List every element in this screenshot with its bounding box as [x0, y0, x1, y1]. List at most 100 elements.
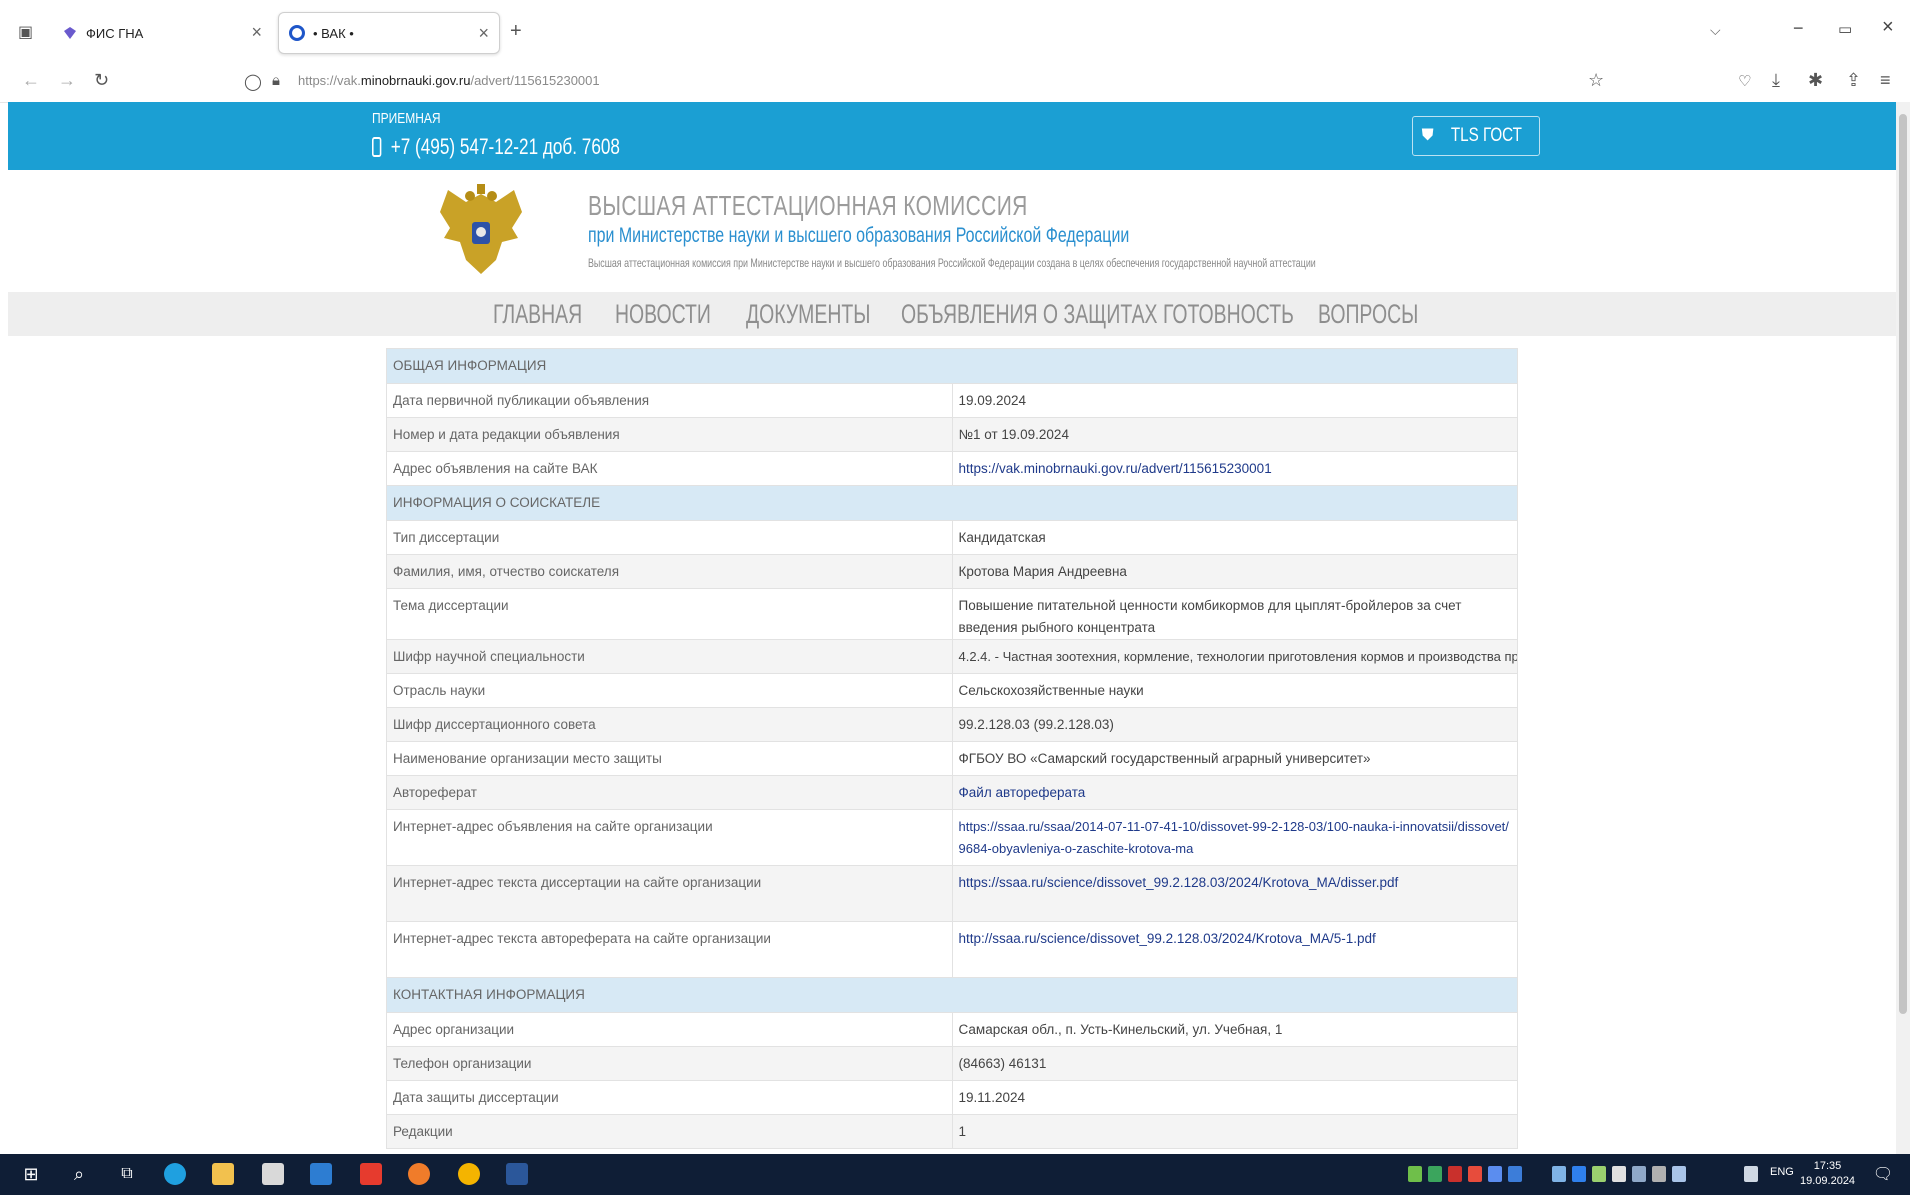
tray-app-icon[interactable]: [1572, 1166, 1586, 1182]
pocket-icon[interactable]: ♡: [1738, 72, 1751, 90]
language-indicator[interactable]: ENG: [1770, 1166, 1794, 1178]
share-icon[interactable]: ⇪: [1846, 70, 1861, 91]
tray-app-icon[interactable]: [1428, 1166, 1442, 1182]
tray-app-icon[interactable]: [1552, 1166, 1566, 1182]
row-value: Самарская обл., п. Усть-Кинельский, ул. …: [951, 1012, 1518, 1047]
tls-gost-button[interactable]: ⛊ TLS ГОСТ: [1412, 116, 1540, 156]
close-window-icon[interactable]: ×: [1882, 16, 1894, 39]
minimize-icon[interactable]: −: [1793, 18, 1804, 39]
file-explorer-icon[interactable]: [212, 1163, 234, 1185]
phone-icon: [372, 137, 382, 157]
table-row: Шифр диссертационного совета 99.2.128.03 …: [386, 707, 1518, 742]
close-tab-icon[interactable]: ×: [251, 22, 262, 43]
system-clock[interactable]: 17:35 19.09.2024: [1800, 1159, 1855, 1189]
reception-label: ПРИЕМНАЯ: [372, 110, 441, 127]
tray-app-icon[interactable]: [1672, 1166, 1686, 1182]
tray-app-icon[interactable]: [1632, 1166, 1646, 1182]
tab-fis-gna[interactable]: ФИС ГНА ×: [52, 12, 272, 54]
site-description: Высшая аттестационная комиссия при Минис…: [588, 256, 1316, 270]
edge-icon[interactable]: [164, 1163, 186, 1185]
row-label: Редакции: [386, 1114, 953, 1149]
table-row: Дата первичной публикации объявления 19.0…: [386, 383, 1518, 418]
row-value: Кротова Мария Андреевна: [951, 554, 1518, 589]
maximize-icon[interactable]: ▭: [1838, 20, 1852, 38]
menu-item-main[interactable]: ГЛАВНАЯ: [493, 299, 582, 330]
yandex-icon[interactable]: [360, 1163, 382, 1185]
tab-overview-icon[interactable]: ▣: [18, 22, 33, 42]
table-row: Редакции 1: [386, 1114, 1518, 1149]
windows-start-icon[interactable]: ⊞: [20, 1163, 42, 1185]
org-advert-link[interactable]: https://ssaa.ru/ssaa/2014-07-11-07-41-10…: [959, 819, 1509, 856]
main-menu: ГЛАВНАЯ НОВОСТИ ДОКУМЕНТЫ ОБЪЯВЛЕНИЯ О З…: [8, 292, 1898, 336]
extensions-icon[interactable]: ✱: [1808, 70, 1823, 91]
url-bar[interactable]: https://vak.minobrnauki.gov.ru/advert/11…: [298, 73, 600, 88]
reception-phone[interactable]: +7 (495) 547-12-21 доб. 7608: [372, 134, 620, 160]
row-value: 99.2.128.03 (99.2.128.03): [951, 707, 1518, 742]
new-tab-button[interactable]: +: [510, 20, 522, 43]
shield-icon[interactable]: ◯: [244, 72, 262, 92]
table-row: Тип диссертации Кандидатская: [386, 520, 1518, 555]
section-header-applicant: ИНФОРМАЦИЯ О СОИСКАТЕЛЕ: [386, 485, 1518, 521]
tray-app-icon[interactable]: [1612, 1166, 1626, 1182]
row-value: 1: [951, 1114, 1518, 1149]
bookmark-star-icon[interactable]: ☆: [1588, 70, 1604, 91]
calculator-icon[interactable]: [262, 1163, 284, 1185]
tray-app-icon[interactable]: [1448, 1166, 1462, 1182]
task-view-icon[interactable]: ⧉: [116, 1163, 138, 1185]
table-row: Наименование организации место защиты ФГБ…: [386, 741, 1518, 776]
row-label: Дата первичной публикации объявления: [386, 383, 953, 418]
diamond-icon: [62, 25, 78, 41]
coat-of-arms-logo[interactable]: [436, 182, 526, 282]
download-icon[interactable]: ⤓: [1772, 70, 1780, 91]
back-icon[interactable]: ←: [22, 70, 40, 91]
menu-icon[interactable]: ≡: [1880, 70, 1891, 91]
menu-item-readiness[interactable]: ГОТОВНОСТЬ: [1163, 299, 1294, 330]
tab-title: ФИС ГНА: [86, 25, 144, 41]
forward-icon[interactable]: →: [58, 70, 76, 91]
word-icon[interactable]: [506, 1163, 528, 1185]
tab-list-chevron-icon[interactable]: ⌵: [1710, 22, 1721, 39]
abstract-text-link[interactable]: http://ssaa.ru/science/dissovet_99.2.128…: [959, 931, 1376, 946]
vak-advert-link[interactable]: https://vak.minobrnauki.gov.ru/advert/11…: [959, 461, 1272, 476]
menu-item-questions[interactable]: ВОПРОСЫ: [1318, 299, 1418, 330]
row-value: №1 от 19.09.2024: [951, 417, 1518, 452]
url-path: /advert/115615230001: [470, 73, 600, 88]
row-label: Интернет-адрес объявления на сайте орган…: [386, 809, 953, 866]
lock-icon[interactable]: 🔒︎: [272, 72, 280, 89]
tray-app-icon[interactable]: [1508, 1166, 1522, 1182]
table-row: Интернет-адрес текста диссертации на сай…: [386, 865, 1518, 922]
tray-app-icon[interactable]: [1652, 1166, 1666, 1182]
row-label: Фамилия, имя, отчество соискателя: [386, 554, 953, 589]
tab-vak[interactable]: • ВАК • ×: [278, 12, 500, 54]
notifications-icon[interactable]: 🗨︎: [1872, 1163, 1894, 1185]
row-label: Дата защиты диссертации: [386, 1080, 953, 1115]
table-row: Интернет-адрес объявления на сайте орган…: [386, 809, 1518, 866]
tray-app-icon[interactable]: [1592, 1166, 1606, 1182]
volume-icon[interactable]: [1744, 1166, 1758, 1182]
search-icon[interactable]: ⌕: [68, 1163, 90, 1185]
advert-table: ОБЩАЯ ИНФОРМАЦИЯ Дата первичной публикац…: [386, 348, 1518, 1149]
menu-item-documents[interactable]: ДОКУМЕНТЫ: [746, 299, 870, 330]
tray-app-icon[interactable]: [1408, 1166, 1422, 1182]
mail-icon[interactable]: [310, 1163, 332, 1185]
row-label: Интернет-адрес текста автореферата на са…: [386, 921, 953, 978]
tray-app-icon[interactable]: [1468, 1166, 1482, 1182]
row-value: 19.09.2024: [951, 383, 1518, 418]
menu-item-news[interactable]: НОВОСТИ: [615, 299, 711, 330]
page-scrollbar[interactable]: [1896, 102, 1910, 1154]
reload-icon[interactable]: ↻: [94, 70, 109, 91]
firefox-icon[interactable]: [408, 1163, 430, 1185]
row-value: Повышение питательной ценности комбикорм…: [951, 588, 1518, 640]
dissertation-text-link[interactable]: https://ssaa.ru/science/dissovet_99.2.12…: [959, 875, 1399, 890]
chrome-icon[interactable]: [458, 1163, 480, 1185]
close-tab-icon[interactable]: ×: [478, 23, 489, 44]
tray-app-icon[interactable]: [1488, 1166, 1502, 1182]
menu-item-adverts[interactable]: ОБЪЯВЛЕНИЯ О ЗАЩИТАХ: [901, 299, 1158, 330]
abstract-file-link[interactable]: Файл автореферата: [959, 785, 1086, 800]
scrollbar-thumb[interactable]: [1899, 114, 1907, 1014]
section-header-contact: КОНТАКТНАЯ ИНФОРМАЦИЯ: [386, 977, 1518, 1013]
url-prefix: https://vak.: [298, 73, 361, 88]
shield-icon: ⛊: [1421, 127, 1434, 144]
row-label: Шифр научной специальности: [386, 639, 953, 674]
site-top-bar: ПРИЕМНАЯ +7 (495) 547-12-21 доб. 7608 ⛊ …: [8, 102, 1898, 170]
